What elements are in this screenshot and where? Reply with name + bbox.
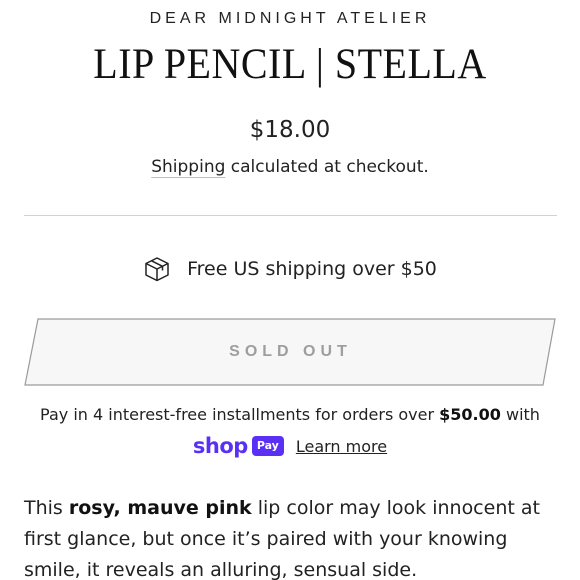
package-box-icon [143,255,171,283]
free-shipping-text: Free US shipping over $50 [187,258,437,280]
installments-amount: $50.00 [439,405,501,424]
shipping-link[interactable]: Shipping [151,157,225,177]
shipping-note: Shipping calculated at checkout. [0,157,580,177]
shop-pay-logo-badge: Pay [251,436,284,456]
description-part1: This [24,497,69,519]
installments-suffix: with [500,405,540,424]
divider [24,215,557,216]
product-vendor: DEAR MIDNIGHT ATELIER [149,10,431,27]
shop-pay-row: shop Pay Learn more [0,434,580,458]
sold-out-label: SOLD OUT [229,343,352,360]
sold-out-button[interactable]: SOLD OUT [24,318,557,386]
product-price: $18.00 [249,117,331,143]
shipping-note-text: calculated at checkout. [225,157,429,177]
free-shipping-perk: Free US shipping over $50 [0,255,580,283]
installments-note: Pay in 4 interest-free installments for … [0,405,580,424]
product-description: This rosy, mauve pink lip color may look… [24,493,564,580]
description-highlight: rosy, mauve pink [68,497,252,519]
product-title: LIP PENCIL | STELLA [93,39,487,88]
learn-more-link[interactable]: Learn more [296,437,387,456]
installments-prefix: Pay in 4 interest-free installments for … [40,405,440,424]
shop-pay-logo-word: shop [192,434,248,458]
